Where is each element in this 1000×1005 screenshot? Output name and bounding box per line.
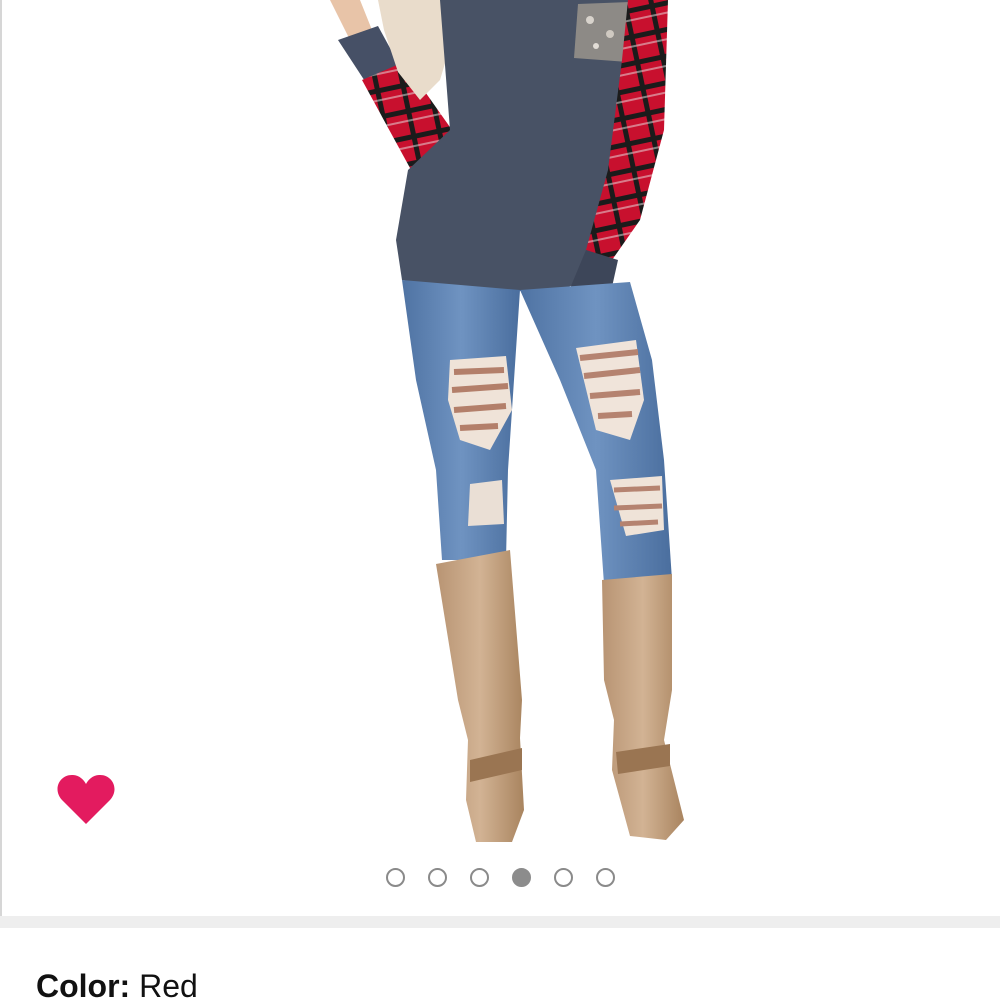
carousel-dot[interactable] <box>553 868 573 887</box>
color-value: Red <box>139 968 198 1004</box>
carousel-dot[interactable] <box>469 868 489 887</box>
heart-icon[interactable] <box>56 772 116 826</box>
carousel-dot[interactable] <box>385 868 405 887</box>
carousel-indicators <box>0 868 1000 894</box>
carousel-dot[interactable] <box>427 868 447 887</box>
carousel-dot-active[interactable] <box>511 868 531 887</box>
section-divider <box>0 916 1000 928</box>
carousel-dot[interactable] <box>595 868 615 887</box>
product-image[interactable] <box>0 0 1000 860</box>
color-label: Color: <box>36 968 131 1004</box>
color-selection: Color: Red <box>36 968 198 1005</box>
